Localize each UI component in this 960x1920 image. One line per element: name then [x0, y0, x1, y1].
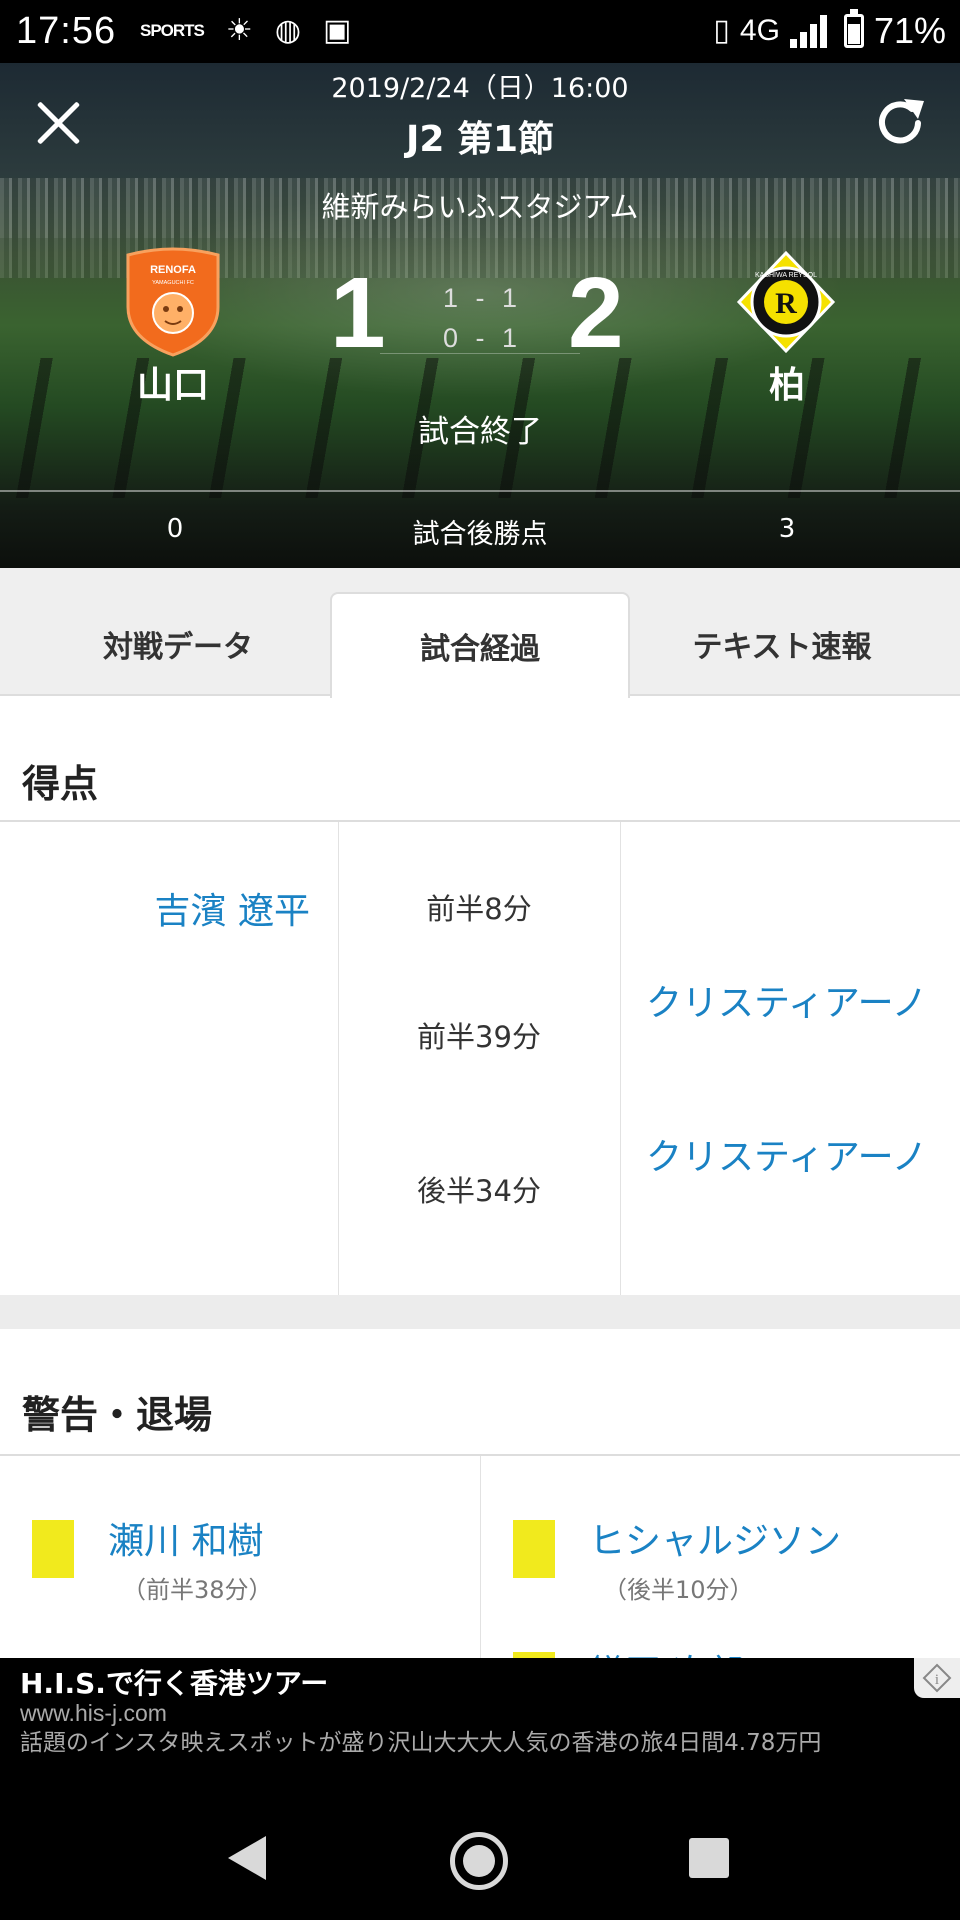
- tab-match-progress[interactable]: 試合経過: [330, 592, 630, 698]
- second-half-score: 0 - 1: [442, 323, 518, 353]
- ad-description[interactable]: 話題のインスタ映えスポットが盛り沢山大大大人気の香港の旅4日間4.78万円: [20, 1730, 940, 1756]
- globe-icon: ◍: [274, 13, 301, 48]
- refresh-icon[interactable]: [870, 93, 930, 153]
- away-points: 3: [778, 514, 796, 544]
- match-date: 2019/2/24（日）16:00: [331, 73, 629, 104]
- card-time: （後半10分）: [603, 1576, 754, 1604]
- battery-saver-icon: ▣: [323, 13, 352, 48]
- ad-url[interactable]: www.his-j.com: [20, 1700, 167, 1727]
- weather-icon: ☀: [225, 13, 253, 48]
- home-team-name: 山口: [136, 365, 209, 406]
- goal-time: 後半34分: [417, 1174, 541, 1208]
- goals-table: 吉濱 遼平 前半8分 前半39分 クリスティアーノ 後半34分 クリスティアーノ: [0, 822, 960, 1295]
- notification-icons: SPORTS ☀ ◍ ▣: [140, 14, 351, 48]
- system-nav-bar: [0, 1800, 960, 1920]
- tab-text-live[interactable]: テキスト速報: [632, 592, 932, 696]
- card-entry-away: 鎌田 次郎: [513, 1640, 953, 1660]
- status-time: 17:56: [16, 10, 117, 52]
- goal-away-player[interactable]: クリスティアーノ: [646, 1132, 936, 1184]
- card-player[interactable]: ヒシャルジソン: [589, 1512, 841, 1564]
- cards-section-title: 警告・退場: [22, 1393, 213, 1437]
- section-spacer: [0, 1295, 960, 1329]
- home-icon[interactable]: [450, 1832, 508, 1890]
- column-divider: [480, 1456, 481, 1660]
- network-type: 4G: [739, 14, 780, 47]
- home-score: 1: [330, 257, 386, 369]
- home-logo-text: RENOFA: [150, 264, 196, 276]
- tab-match-data[interactable]: 対戦データ: [28, 592, 328, 696]
- battery-percent: 71%: [873, 10, 946, 51]
- battery-icon: [843, 9, 864, 48]
- match-header: 2019/2/24（日）16:00 J2 第1節 維新みらいふスタジアム REN…: [0, 63, 960, 568]
- ad-banner[interactable]: H.I.S.で行く香港ツアー www.his-j.com 話題のインスタ映えスポ…: [0, 1658, 960, 1800]
- card-player[interactable]: 瀬川 和樹: [108, 1512, 263, 1564]
- match-round: J2 第1節: [405, 119, 555, 160]
- home-logo-subtext: YAMAGUCHI FC: [152, 280, 194, 286]
- goal-away-player[interactable]: クリスティアーノ: [646, 978, 936, 1030]
- card-entry-away: ヒシャルジソン （後半10分）: [513, 1512, 953, 1604]
- recent-apps-icon[interactable]: [689, 1838, 729, 1878]
- back-icon[interactable]: [228, 1836, 266, 1880]
- header-divider: [0, 490, 960, 492]
- stadium-name: 維新みらいふスタジアム: [321, 190, 639, 224]
- sports-navi-icon: SPORTS: [140, 21, 205, 40]
- status-bar: 17:56 SPORTS ☀ ◍ ▣ ▯ 4G 71%: [0, 0, 960, 63]
- ad-title[interactable]: H.I.S.で行く香港ツアー: [20, 1662, 328, 1702]
- away-team-logo[interactable]: R KASHIWA REYSOL: [733, 247, 839, 357]
- goal-home-player[interactable]: 吉濱 遼平: [155, 882, 310, 934]
- card-time: （前半38分）: [122, 1576, 273, 1604]
- home-team-logo[interactable]: RENOFA YAMAGUCHI FC: [120, 247, 226, 357]
- away-score: 2: [568, 257, 624, 369]
- column-divider: [620, 822, 621, 1295]
- signal-icon: [789, 14, 834, 48]
- card-entry-home: 瀬川 和樹 （前半38分）: [32, 1512, 472, 1604]
- away-team-name: 柏: [768, 365, 805, 406]
- ad-info-icon[interactable]: i: [914, 1658, 960, 1698]
- goal-time: 前半39分: [417, 1020, 541, 1054]
- system-icons: ▯ 4G 71%: [713, 9, 946, 52]
- yellow-card-icon: [513, 1520, 555, 1578]
- svg-text:i: i: [935, 1672, 939, 1688]
- svg-text:R: R: [775, 287, 797, 320]
- away-logo-text: KASHIWA REYSOL: [755, 272, 817, 279]
- yellow-card-icon: [32, 1520, 74, 1578]
- goal-time: 前半8分: [426, 892, 532, 926]
- goals-section-title: 得点: [22, 762, 99, 806]
- tab-bar: 対戦データ 試合経過 テキスト速報: [0, 568, 960, 698]
- match-status: 試合終了: [418, 414, 542, 450]
- first-half-score: 1 - 1: [442, 283, 518, 313]
- vibrate-icon: ▯: [713, 14, 730, 47]
